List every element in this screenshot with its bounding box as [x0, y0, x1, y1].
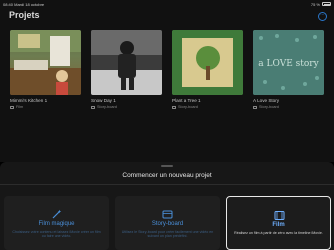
option-film[interactable]: Film Réalisez un film à partir de zéro a…: [226, 196, 331, 250]
option-label: Film: [272, 222, 285, 228]
film-icon: [10, 105, 14, 109]
project-name: Mimmi's Kitchen 1: [10, 98, 48, 103]
project-card[interactable]: a LOVE story A Love Story Story-board: [253, 30, 324, 109]
project-card[interactable]: Plant a Tree 1 Story-board: [172, 30, 243, 109]
status-time: 08:40 Mardi 18 octobre: [3, 1, 45, 7]
page-title: Projets: [9, 10, 40, 20]
project-thumbnail: a LOVE story: [253, 30, 324, 95]
project-type: Story-board: [172, 105, 243, 109]
more-options-icon[interactable]: [318, 12, 327, 21]
option-description: Utilisez le Story-board pour créer facil…: [121, 230, 214, 239]
projects-panel: 08:40 Mardi 18 octobre 75 % Projets Mimm…: [0, 0, 334, 162]
storyboard-icon: [91, 105, 95, 109]
project-type: Story-board: [91, 105, 162, 109]
option-description: Réalisez un film à partir de zéro avec l…: [234, 231, 323, 235]
project-name: Plant a Tree 1: [172, 98, 201, 103]
new-project-title: Commencer un nouveau projet: [122, 172, 212, 179]
project-thumbnail: [172, 30, 243, 95]
project-type: Story-board: [253, 105, 324, 109]
project-thumbnail: [10, 30, 81, 95]
film-icon: [274, 211, 285, 220]
status-bar: 08:40 Mardi 18 octobre 75 %: [0, 0, 334, 8]
option-label: Story-board: [151, 221, 184, 227]
thumbnail-text: a LOVE story: [258, 59, 319, 69]
new-project-sheet: Commencer un nouveau projet Film magique…: [0, 162, 334, 250]
battery-percent: 75 %: [310, 1, 320, 7]
option-film-magique[interactable]: Film magique Choisissez votre contenu et…: [4, 196, 109, 250]
option-description: Choisissez votre contenu et laissez iMov…: [12, 230, 101, 239]
storyboard-icon: [172, 105, 176, 109]
project-list: Mimmi's Kitchen 1 Film Snow Day 1 Story-…: [10, 30, 324, 109]
storyboard-icon: [253, 105, 257, 109]
project-thumbnail: [91, 30, 162, 95]
status-right: 75 %: [311, 2, 331, 7]
magic-wand-icon: [52, 209, 62, 219]
sheet-grabber[interactable]: [161, 165, 173, 167]
project-type-options: Film magique Choisissez votre contenu et…: [4, 196, 331, 250]
project-card[interactable]: Mimmi's Kitchen 1 Film: [10, 30, 81, 109]
option-story-board[interactable]: Story-board Utilisez le Story-board pour…: [115, 196, 220, 250]
project-name: Snow Day 1: [91, 98, 116, 103]
option-label: Film magique: [38, 221, 75, 227]
storyboard-icon: [162, 210, 173, 219]
project-type: Film: [10, 105, 81, 109]
battery-icon: [322, 2, 331, 6]
project-card[interactable]: Snow Day 1 Story-board: [91, 30, 162, 109]
project-name: A Love Story: [253, 98, 280, 103]
divider: [0, 184, 334, 185]
